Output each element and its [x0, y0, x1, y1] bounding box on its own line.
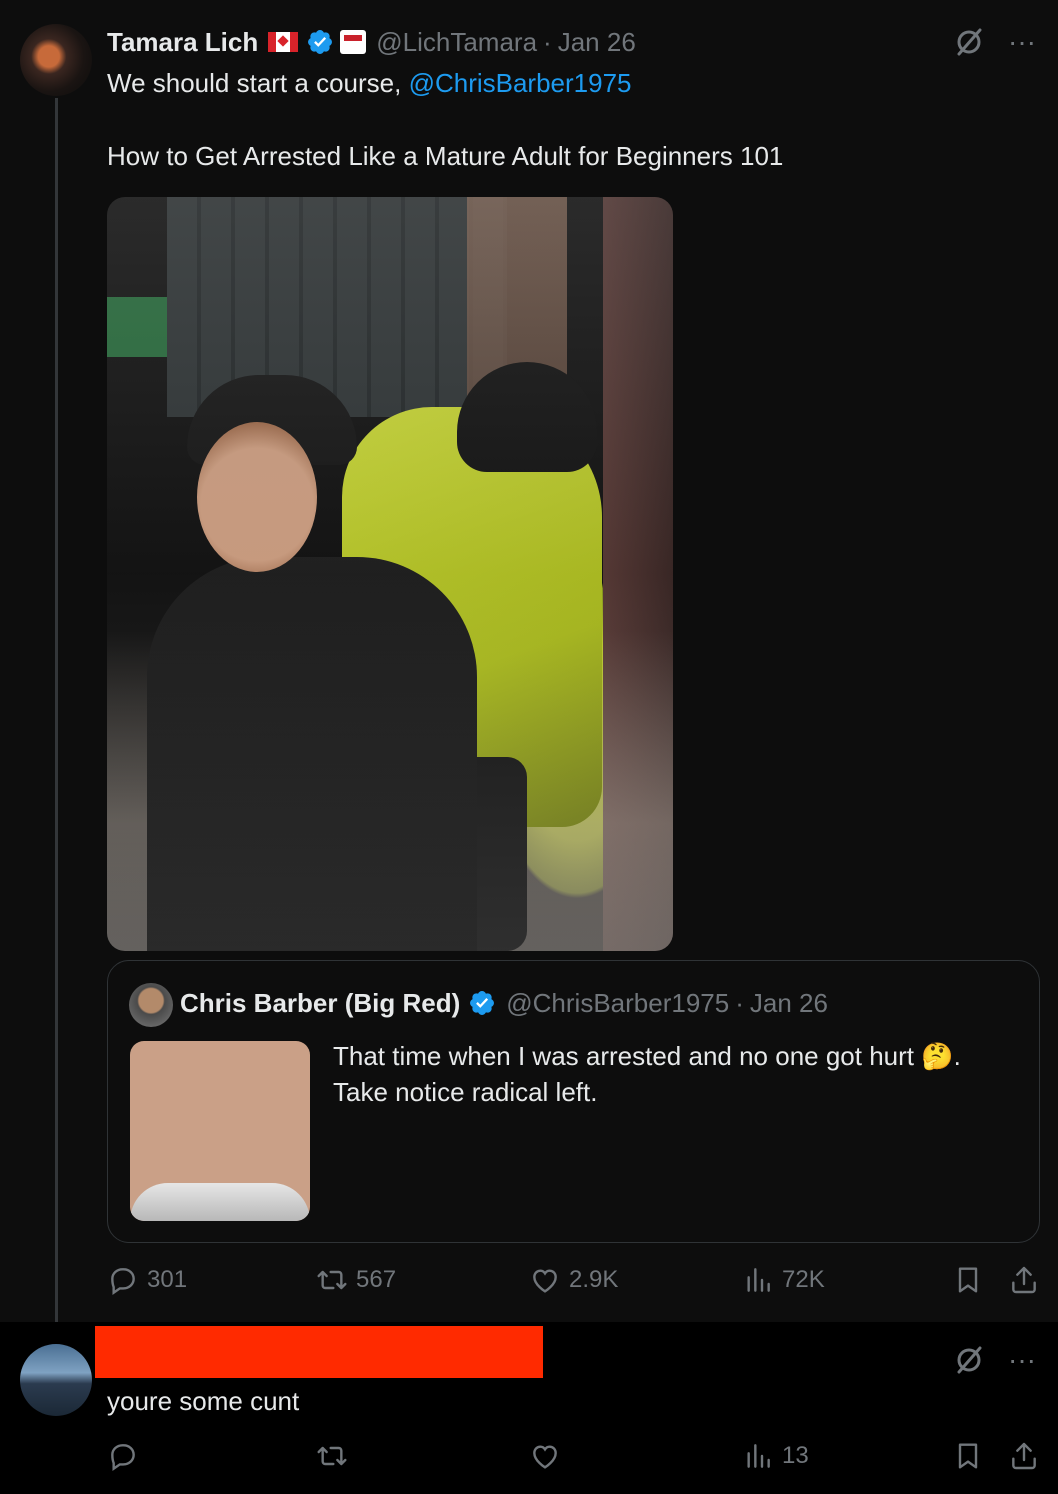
bookmark-icon [958, 1443, 978, 1469]
share-button[interactable] [1008, 1440, 1040, 1472]
reply-icon [111, 1444, 135, 1471]
reply-author-avatar[interactable] [20, 1344, 92, 1416]
tweet-text-line1: We should start a course, @ChrisBarber19… [107, 68, 632, 99]
tweet-date[interactable]: Jan 26 [558, 27, 636, 58]
view-count: 72K [782, 1266, 825, 1293]
heart-icon [533, 1445, 557, 1469]
heart-icon [533, 1269, 557, 1293]
action-bar: 301 567 2.9K 72K [0, 1264, 1058, 1304]
views-button[interactable]: 72K [742, 1264, 825, 1296]
quoted-author-avatar [129, 983, 173, 1027]
view-count: 13 [782, 1442, 809, 1469]
share-button[interactable] [1008, 1264, 1040, 1296]
share-icon [1012, 1442, 1036, 1470]
tweet-text-prefix: We should start a course, [107, 68, 409, 98]
affiliate-badge-icon[interactable] [340, 30, 367, 54]
mention-link[interactable]: @ChrisBarber1975 [409, 68, 632, 98]
repost-icon [317, 1270, 347, 1290]
quoted-author-handle: @ChrisBarber1975 [506, 987, 730, 1018]
analytics-icon [747, 1268, 770, 1292]
tweet-text-line2: How to Get Arrested Like a Mature Adult … [107, 141, 784, 171]
reply-top-icons: ··· [954, 1344, 1036, 1376]
author-name[interactable]: Tamara Lich [107, 27, 258, 58]
quoted-tweet-thumbnail [130, 1041, 310, 1221]
repost-button[interactable] [316, 1440, 348, 1472]
separator-dot: · [735, 987, 744, 1018]
quoted-author-name: Chris Barber (Big Red) [180, 987, 461, 1018]
verified-badge-icon [470, 991, 495, 1015]
reply-text: youre some cunt [107, 1386, 300, 1416]
redaction-box [95, 1326, 543, 1378]
repost-icon [317, 1446, 347, 1466]
repost-button[interactable]: 567 [316, 1264, 396, 1296]
reply-button[interactable] [107, 1440, 139, 1472]
tweet-top-icons: ··· [954, 26, 1036, 58]
verified-badge-icon[interactable] [306, 28, 334, 56]
quoted-text-line1: That time when I was arrested and no one… [333, 1041, 961, 1071]
views-button[interactable]: 13 [742, 1440, 809, 1472]
tweet-photo[interactable] [107, 197, 673, 951]
separator-dot: · [543, 26, 552, 57]
like-button[interactable] [529, 1440, 561, 1472]
main-tweet[interactable]: Tamara Lich @LichTamara · Jan 26 ··· We … [0, 0, 1058, 1336]
quoted-tweet-header: Chris Barber (Big Red) @ChrisBarber1975 … [180, 987, 828, 1019]
quoted-tweet[interactable]: Chris Barber (Big Red) @ChrisBarber1975 … [107, 960, 1040, 1243]
canada-flag-icon [268, 32, 299, 52]
more-options-icon[interactable]: ··· [1008, 1344, 1036, 1376]
repost-count: 567 [356, 1266, 397, 1293]
reply-count: 301 [147, 1266, 188, 1293]
tweet-header: Tamara Lich @LichTamara · Jan 26 [107, 24, 636, 60]
quoted-tweet-date: Jan 26 [749, 987, 828, 1018]
thumbnail-car [130, 1183, 310, 1221]
bookmark-button[interactable] [952, 1264, 984, 1296]
analytics-icon [747, 1444, 770, 1468]
reply-button[interactable]: 301 [107, 1264, 187, 1296]
grok-icon[interactable] [954, 27, 984, 57]
bookmark-button[interactable] [952, 1440, 984, 1472]
thread-line [55, 98, 58, 1336]
quoted-text-line2: Take notice radical left. [333, 1077, 598, 1107]
author-avatar[interactable] [20, 24, 92, 96]
grok-icon[interactable] [954, 1345, 984, 1375]
bookmark-icon [958, 1267, 978, 1293]
like-count: 2.9K [569, 1266, 619, 1293]
more-options-icon[interactable]: ··· [1008, 26, 1036, 58]
reply-action-bar: 13 [0, 1440, 1058, 1480]
like-button[interactable]: 2.9K [529, 1264, 618, 1296]
share-icon [1012, 1266, 1036, 1294]
reply-icon [111, 1268, 135, 1295]
author-handle[interactable]: @LichTamara [376, 27, 537, 58]
photo-fog [107, 197, 673, 951]
